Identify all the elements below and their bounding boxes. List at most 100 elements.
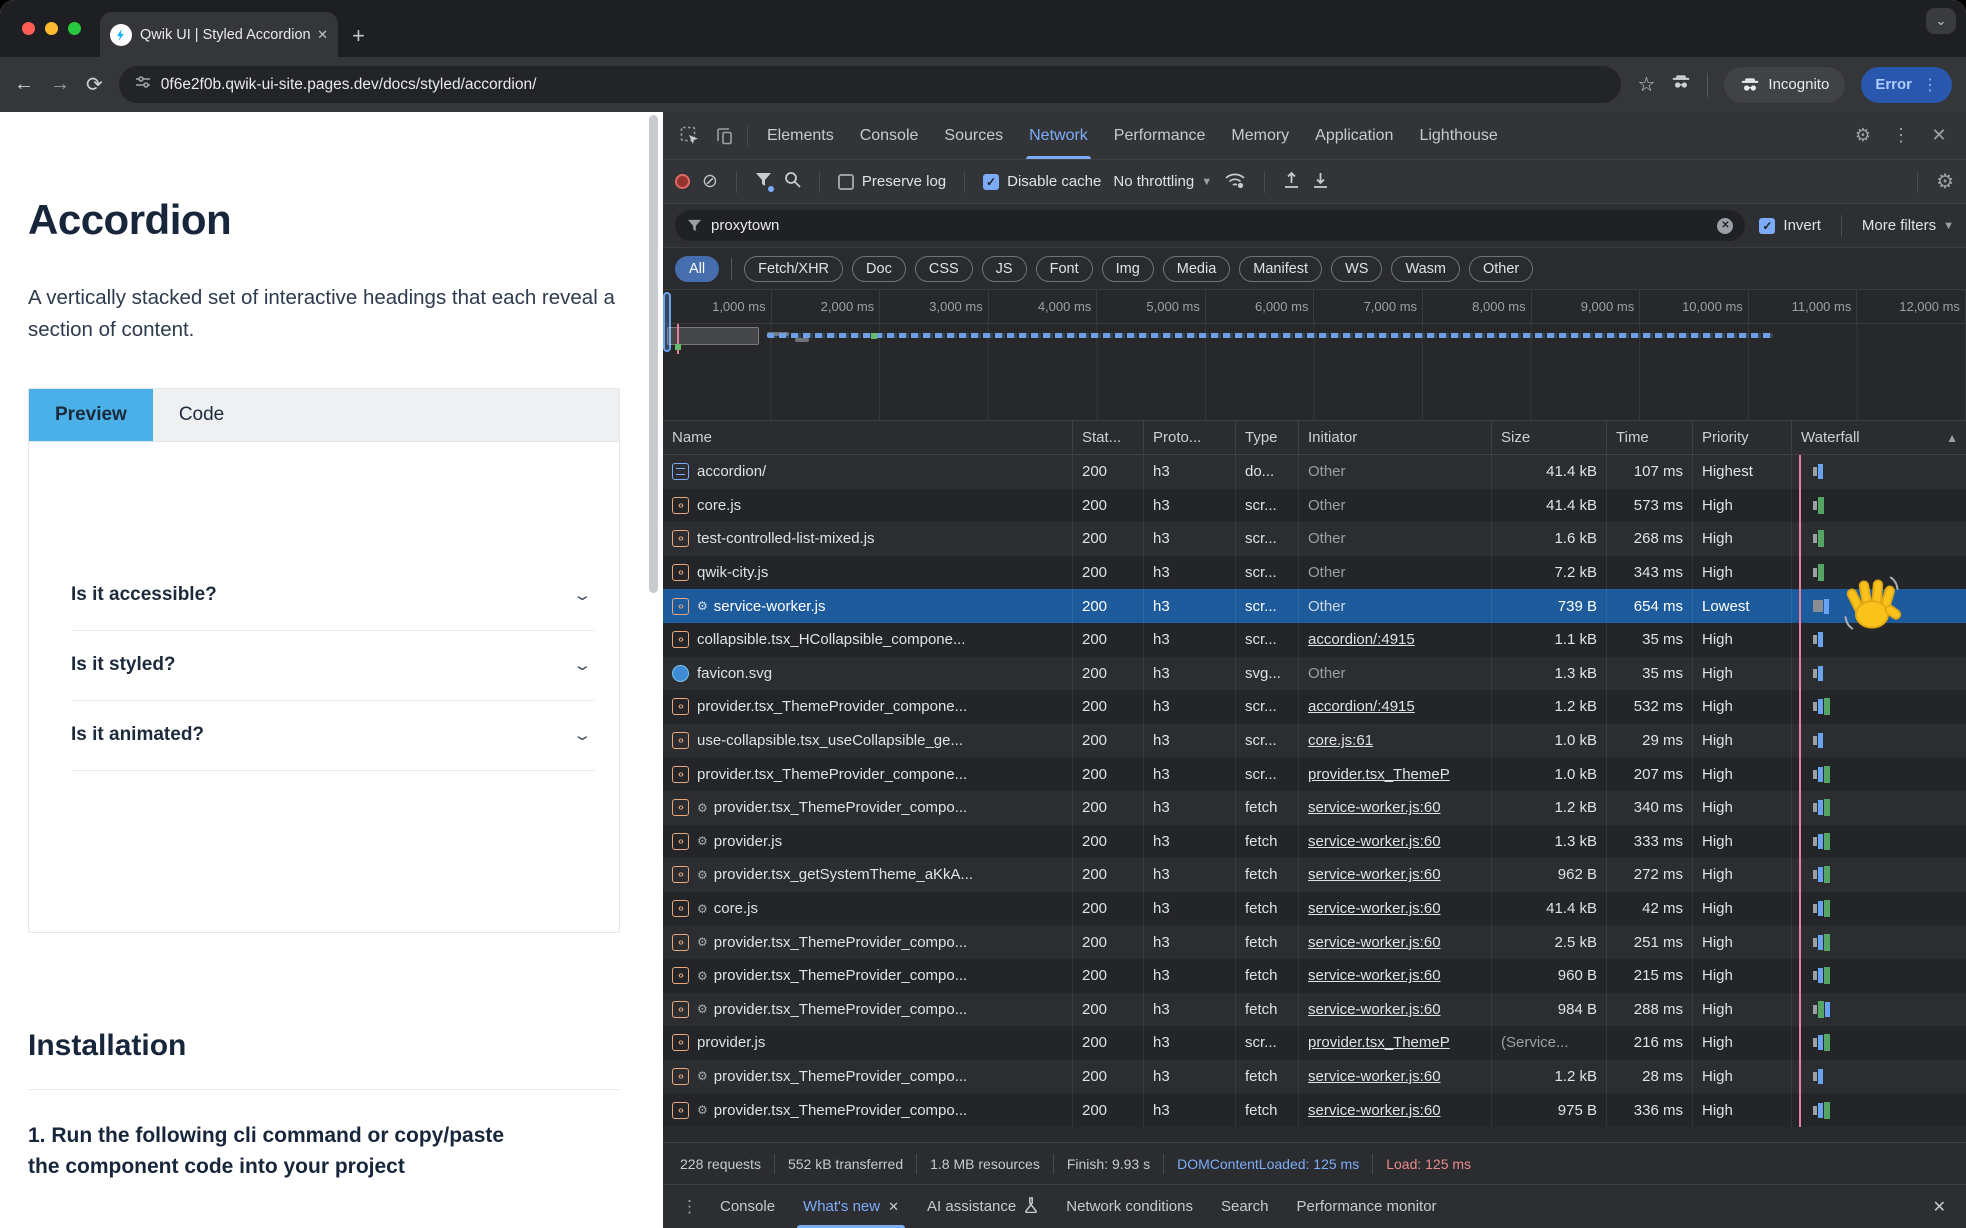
network-request-row[interactable]: ‹›⚙provider.js200h3fetchservice-worker.j… xyxy=(663,825,1966,859)
drawer-tab-what-s-new[interactable]: What's new✕ xyxy=(789,1185,913,1228)
drawer-tab-close-icon[interactable]: ✕ xyxy=(888,1199,899,1215)
network-request-row[interactable]: ‹›⚙provider.tsx_getSystemTheme_aKkA...20… xyxy=(663,858,1966,892)
network-request-row[interactable]: ‹›⚙service-worker.js200h3scr...Other739 … xyxy=(663,589,1966,623)
back-button[interactable]: ← xyxy=(14,73,34,96)
initiator-link[interactable]: core.js:61 xyxy=(1308,732,1373,749)
initiator-link[interactable]: service-worker.js:60 xyxy=(1308,900,1441,917)
initiator-link[interactable]: service-worker.js:60 xyxy=(1308,1102,1441,1119)
browser-menu-icon[interactable]: ⋮ xyxy=(1922,75,1938,95)
column-header-size[interactable]: Size xyxy=(1492,421,1607,454)
network-request-row[interactable]: ‹›⚙provider.tsx_ThemeProvider_compo...20… xyxy=(663,925,1966,959)
column-header-wf[interactable]: Waterfall▲ xyxy=(1792,421,1966,454)
preserve-log-checkbox[interactable]: Preserve log xyxy=(838,173,946,190)
initiator-link[interactable]: accordion/:4915 xyxy=(1308,631,1415,648)
inspect-icon[interactable] xyxy=(673,121,707,151)
network-request-row[interactable]: ‹›test-controlled-list-mixed.js200h3scr.… xyxy=(663,522,1966,556)
bookmark-star-icon[interactable]: ☆ xyxy=(1637,72,1655,97)
device-toolbar-icon[interactable] xyxy=(707,121,741,151)
address-bar[interactable]: 0f6e2f0b.qwik-ui-site.pages.dev/docs/sty… xyxy=(119,66,1622,103)
initiator-link[interactable]: service-worker.js:60 xyxy=(1308,967,1441,984)
initiator-link[interactable]: service-worker.js:60 xyxy=(1308,1001,1441,1018)
clear-network-log-icon[interactable]: ⊘ xyxy=(702,170,718,193)
devtools-tab-sources[interactable]: Sources xyxy=(931,112,1016,159)
more-filters-dropdown[interactable]: More filters ▼ xyxy=(1862,217,1954,234)
filter-chip-js[interactable]: JS xyxy=(982,256,1027,282)
network-overview-timeline[interactable]: 1,000 ms2,000 ms3,000 ms4,000 ms5,000 ms… xyxy=(663,290,1966,421)
column-header-status[interactable]: Stat... xyxy=(1073,421,1144,454)
drawer-tab-network-conditions[interactable]: Network conditions xyxy=(1052,1185,1207,1228)
page-scrollbar-thumb[interactable] xyxy=(649,115,658,593)
network-conditions-icon[interactable] xyxy=(1224,171,1246,193)
export-har-icon[interactable] xyxy=(1312,171,1329,193)
filter-chip-wasm[interactable]: Wasm xyxy=(1391,256,1460,282)
devtools-tab-performance[interactable]: Performance xyxy=(1101,112,1219,159)
timeline-selection[interactable] xyxy=(667,327,759,345)
filter-chip-all[interactable]: All xyxy=(675,256,719,282)
tab-close-icon[interactable]: ✕ xyxy=(317,27,328,43)
devtools-tab-network[interactable]: Network xyxy=(1016,112,1101,159)
filter-chip-css[interactable]: CSS xyxy=(915,256,973,282)
filter-chip-ws[interactable]: WS xyxy=(1331,256,1382,282)
network-request-row[interactable]: ‹›provider.tsx_ThemeProvider_compone...2… xyxy=(663,757,1966,791)
network-request-row[interactable]: ‹›⚙core.js200h3fetchservice-worker.js:60… xyxy=(663,892,1966,926)
search-icon[interactable] xyxy=(784,171,801,192)
drawer-tab-ai-assistance[interactable]: AI assistance xyxy=(913,1185,1052,1228)
devtools-tab-elements[interactable]: Elements xyxy=(754,112,847,159)
filter-funnel-icon[interactable] xyxy=(755,172,772,191)
filter-chip-other[interactable]: Other xyxy=(1469,256,1533,282)
column-header-proto[interactable]: Proto... xyxy=(1144,421,1236,454)
network-request-row[interactable]: ‹›⚙provider.tsx_ThemeProvider_compo...20… xyxy=(663,1060,1966,1094)
column-header-type[interactable]: Type xyxy=(1236,421,1299,454)
maximize-window-button[interactable] xyxy=(68,22,81,35)
initiator-link[interactable]: service-worker.js:60 xyxy=(1308,934,1441,951)
accordion-item[interactable]: Is it accessible?⌄ xyxy=(71,561,595,631)
initiator-link[interactable]: provider.tsx_ThemeP xyxy=(1308,1034,1450,1051)
initiator-link[interactable]: provider.tsx_ThemeP xyxy=(1308,766,1450,783)
filter-chip-font[interactable]: Font xyxy=(1036,256,1093,282)
tab-search-button[interactable]: ⌄ xyxy=(1926,8,1956,34)
initiator-link[interactable]: service-worker.js:60 xyxy=(1308,799,1441,816)
column-header-init[interactable]: Initiator xyxy=(1299,421,1492,454)
network-request-row[interactable]: ‹›core.js200h3scr...Other41.4 kB573 msHi… xyxy=(663,489,1966,523)
devtools-tab-application[interactable]: Application xyxy=(1302,112,1406,159)
column-header-prio[interactable]: Priority xyxy=(1693,421,1792,454)
column-header-time[interactable]: Time xyxy=(1607,421,1693,454)
devtools-tab-memory[interactable]: Memory xyxy=(1218,112,1302,159)
forward-button[interactable]: → xyxy=(50,73,70,96)
filter-chip-fetchxhr[interactable]: Fetch/XHR xyxy=(744,256,843,282)
accordion-item[interactable]: Is it animated?⌄ xyxy=(71,701,595,771)
initiator-link[interactable]: service-worker.js:60 xyxy=(1308,833,1441,850)
network-request-row[interactable]: ‹›⚙provider.tsx_ThemeProvider_compo...20… xyxy=(663,791,1966,825)
drawer-kebab-icon[interactable]: ⋮ xyxy=(681,1197,698,1217)
minimize-window-button[interactable] xyxy=(45,22,58,35)
network-request-row[interactable]: favicon.svg200h3svg...Other1.3 kB35 msHi… xyxy=(663,657,1966,691)
column-header-name[interactable]: Name xyxy=(663,421,1073,454)
error-status-button[interactable]: Error ⋮ xyxy=(1861,67,1952,103)
filter-chip-img[interactable]: Img xyxy=(1102,256,1154,282)
network-request-row[interactable]: ‹›provider.tsx_ThemeProvider_compone...2… xyxy=(663,690,1966,724)
drawer-tab-search[interactable]: Search xyxy=(1207,1185,1283,1228)
filter-chip-manifest[interactable]: Manifest xyxy=(1239,256,1322,282)
initiator-link[interactable]: service-worker.js:60 xyxy=(1308,866,1441,883)
network-request-row[interactable]: ‹›⚙provider.tsx_ThemeProvider_compo...20… xyxy=(663,959,1966,993)
drawer-tab-performance-monitor[interactable]: Performance monitor xyxy=(1283,1185,1451,1228)
close-window-button[interactable] xyxy=(22,22,35,35)
browser-tab[interactable]: Qwik UI | Styled Accordion Co ✕ xyxy=(100,12,338,57)
accordion-item[interactable]: Is it styled?⌄ xyxy=(71,631,595,701)
filter-input[interactable]: proxytown ✕ xyxy=(675,210,1745,241)
network-request-row[interactable]: ‹›collapsible.tsx_HCollapsible_compone..… xyxy=(663,623,1966,657)
record-network-log-button[interactable] xyxy=(675,174,690,189)
drawer-tab-console[interactable]: Console xyxy=(706,1185,789,1228)
kebab-menu-icon[interactable]: ⋮ xyxy=(1884,121,1918,151)
settings-gear-icon[interactable]: ⚙ xyxy=(1846,121,1880,151)
site-info-icon[interactable] xyxy=(135,74,151,95)
demo-tab-preview[interactable]: Preview xyxy=(29,389,153,441)
devtools-tab-console[interactable]: Console xyxy=(847,112,932,159)
network-request-row[interactable]: ‹›⚙provider.tsx_ThemeProvider_compo...20… xyxy=(663,993,1966,1027)
disable-cache-checkbox[interactable]: ✓ Disable cache xyxy=(983,173,1101,190)
network-request-row[interactable]: ‹›use-collapsible.tsx_useCollapsible_ge.… xyxy=(663,724,1966,758)
network-request-row[interactable]: ‹›qwik-city.js200h3scr...Other7.2 kB343 … xyxy=(663,556,1966,590)
clear-filter-icon[interactable]: ✕ xyxy=(1717,218,1733,234)
throttling-dropdown[interactable]: No throttling ▼ xyxy=(1113,173,1212,190)
initiator-link[interactable]: service-worker.js:60 xyxy=(1308,1068,1441,1085)
